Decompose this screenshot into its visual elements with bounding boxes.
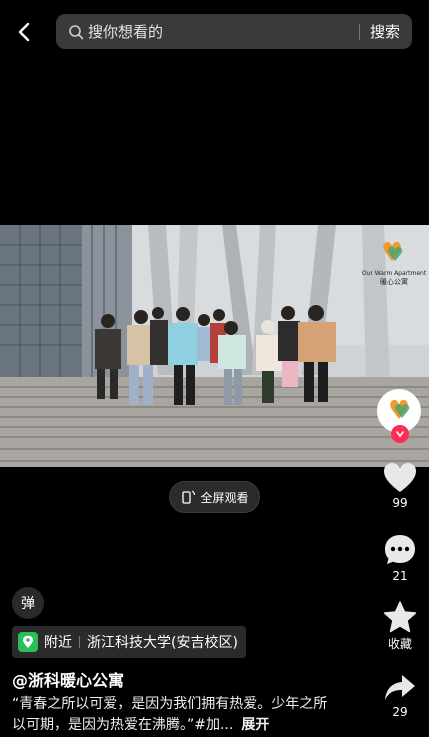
- rotate-screen-icon: [182, 490, 196, 504]
- search-button[interactable]: 搜索: [370, 21, 400, 42]
- star-icon[interactable]: [383, 601, 417, 633]
- location-nearby: 附近: [44, 635, 72, 651]
- fullscreen-label: 全屏观看: [200, 490, 249, 505]
- heart-icon[interactable]: [383, 462, 417, 494]
- fullscreen-button[interactable]: 全屏观看: [169, 481, 260, 513]
- danmu-toggle-button[interactable]: 弹: [12, 587, 44, 619]
- danmu-label: 弹: [21, 596, 35, 612]
- back-arrow-icon[interactable]: [10, 18, 38, 46]
- video-description[interactable]: “青春之所以可爱，是因为我们拥有热爱。少年之所以可期，是因为热爱在沸腾。”#加.…: [12, 694, 332, 736]
- location-tag[interactable]: 附近 浙江科技大学(安吉校区): [12, 626, 246, 658]
- favorite-label: 收藏: [387, 637, 412, 651]
- location-pin-icon: [18, 632, 38, 652]
- author-avatar[interactable]: [377, 389, 423, 445]
- share-action[interactable]: 29: [378, 673, 422, 719]
- like-count: 99: [392, 496, 408, 510]
- description-text: “青春之所以可爱，是因为我们拥有热爱。少年之所以可期，是因为热爱在沸腾。”#加.…: [12, 696, 328, 733]
- share-arrow-icon[interactable]: [384, 673, 416, 703]
- search-input[interactable]: [88, 22, 359, 41]
- comment-action[interactable]: 21: [378, 533, 422, 583]
- location-place: 浙江科技大学(安吉校区): [87, 635, 238, 651]
- follow-plus-icon[interactable]: [391, 425, 409, 443]
- top-bar: 搜索: [0, 0, 429, 64]
- comment-count: 21: [392, 569, 408, 583]
- expand-button[interactable]: 展开: [241, 717, 269, 733]
- watermark-cn: 暖心公寓: [380, 277, 408, 286]
- search-bar[interactable]: 搜索: [56, 14, 412, 49]
- location-divider: [79, 636, 80, 648]
- favorite-action[interactable]: 收藏: [378, 601, 422, 652]
- like-action[interactable]: 99: [378, 462, 422, 510]
- search-icon: [69, 24, 84, 39]
- comment-icon[interactable]: [383, 533, 417, 567]
- author-name[interactable]: @浙科暖心公寓: [12, 667, 124, 691]
- watermark-en: Our Warm Apartment: [362, 270, 427, 277]
- video-player[interactable]: Our Warm Apartment 暖心公寓: [0, 225, 429, 467]
- share-count: 29: [392, 705, 408, 719]
- search-divider: [358, 23, 360, 40]
